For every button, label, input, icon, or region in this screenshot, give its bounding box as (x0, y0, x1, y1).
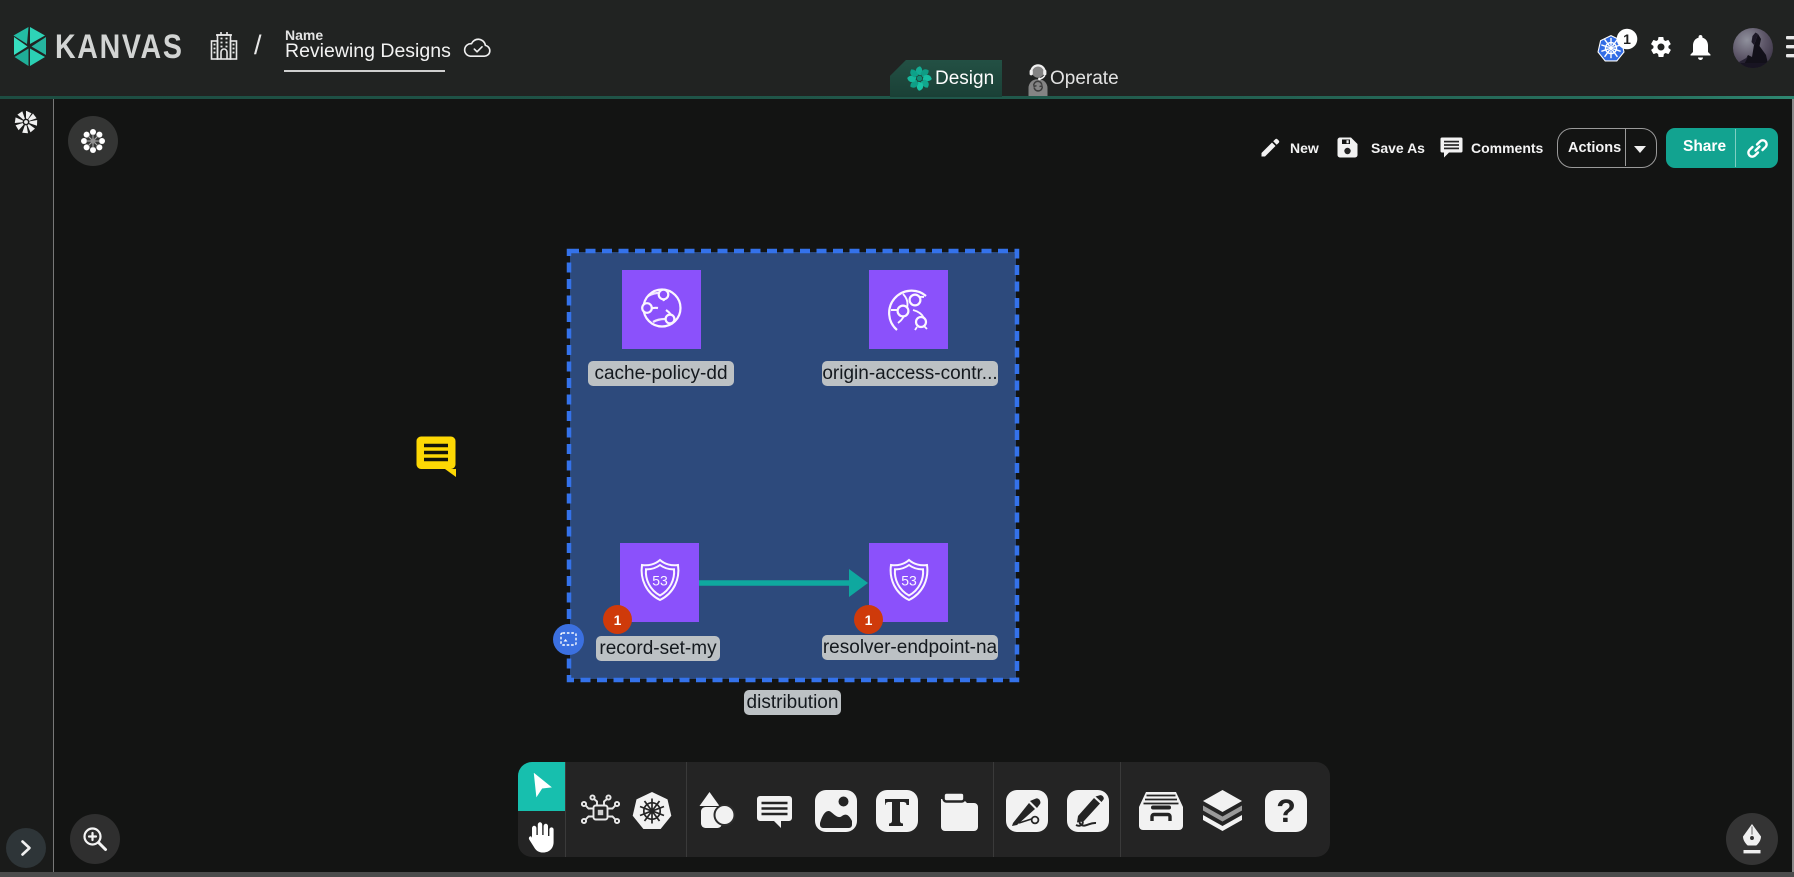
svg-text:53: 53 (901, 573, 917, 589)
svg-text:53: 53 (652, 573, 668, 589)
svg-text:?: ? (1276, 793, 1296, 829)
svg-text:1: 1 (1623, 31, 1631, 47)
